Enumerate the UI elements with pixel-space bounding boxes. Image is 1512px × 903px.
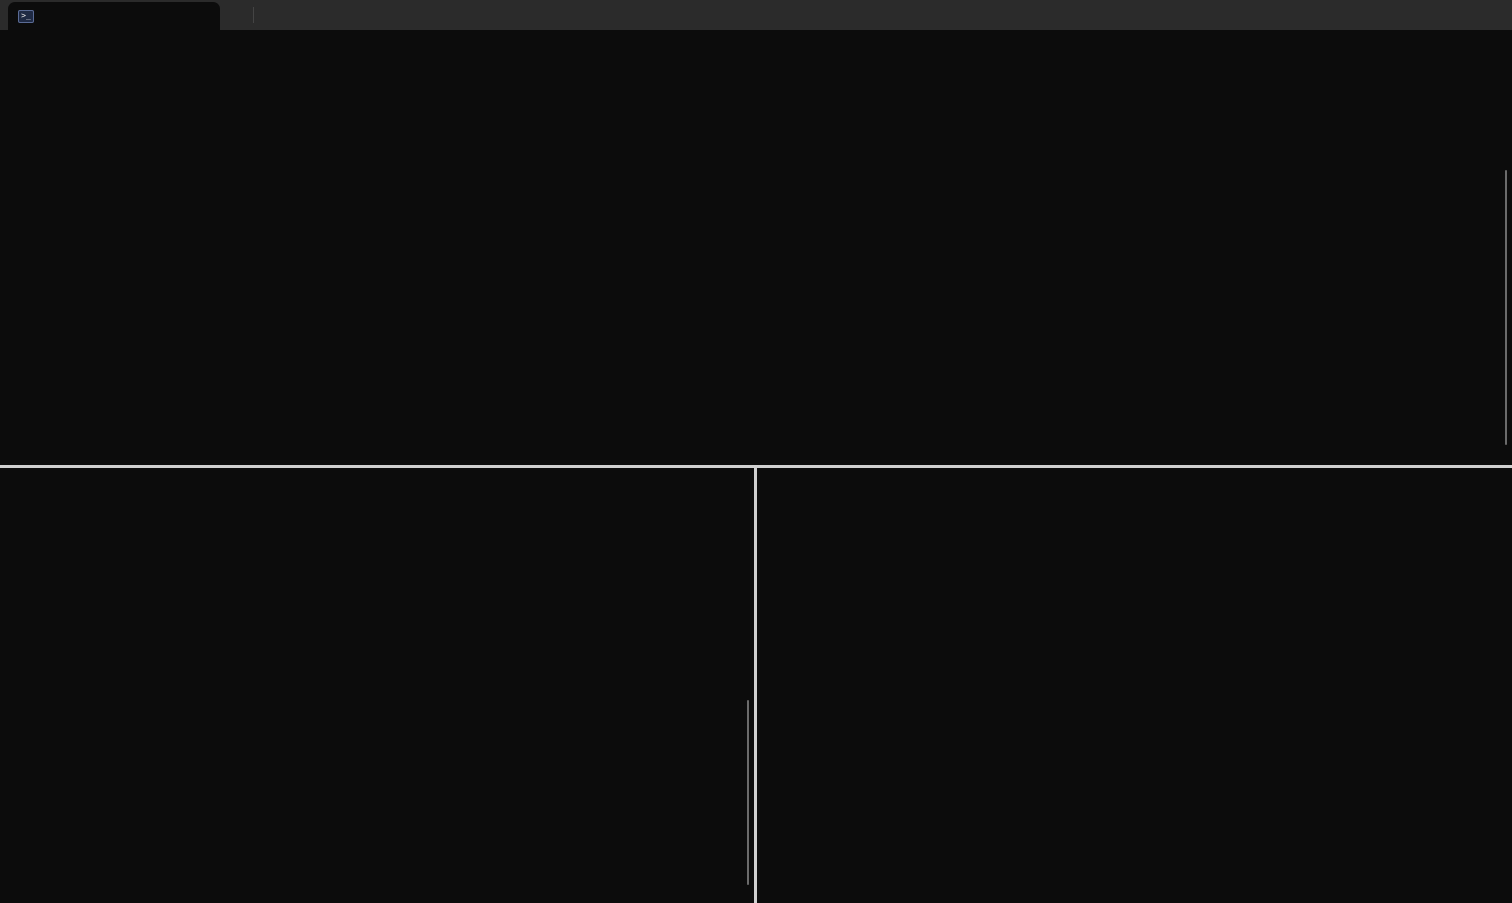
title-bar: >_ bbox=[0, 0, 1512, 30]
scrollbar-top-pane[interactable] bbox=[1505, 170, 1507, 445]
powershell-icon: >_ bbox=[18, 9, 34, 23]
tab-separator bbox=[253, 7, 254, 23]
scrollbar-bottom-left-pane[interactable] bbox=[747, 700, 749, 885]
terminal-pane-top[interactable] bbox=[0, 30, 1512, 465]
terminal-pane-bottom-right[interactable] bbox=[757, 468, 1512, 903]
terminal-pane-bottom-left[interactable] bbox=[0, 468, 754, 903]
tab-axisz[interactable]: >_ bbox=[8, 2, 220, 30]
